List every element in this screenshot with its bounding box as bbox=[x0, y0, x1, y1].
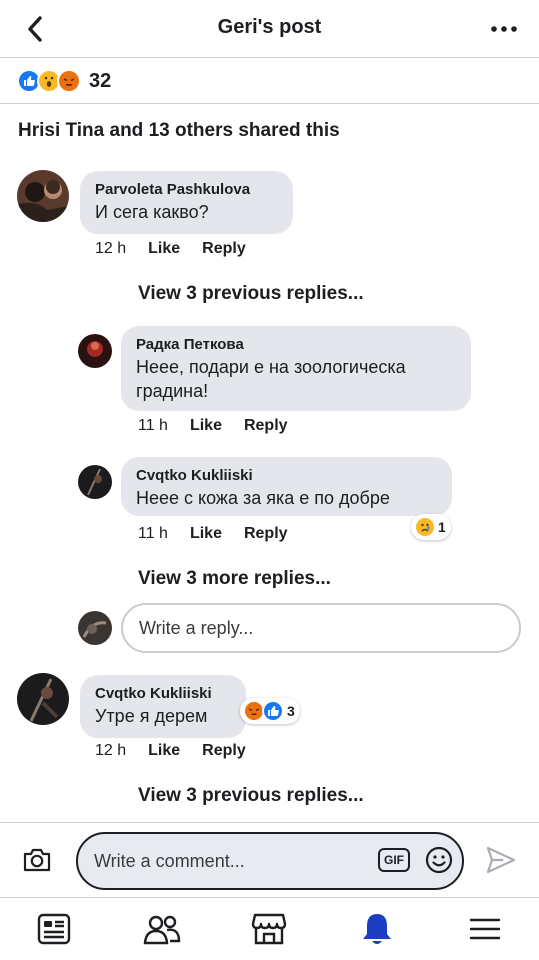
comment-meta: 12 h Like Reply bbox=[95, 240, 246, 258]
comment-author[interactable]: Cvqtko Kukliiski bbox=[136, 466, 437, 486]
comment-reactions[interactable]: 1 bbox=[411, 514, 451, 540]
tab-news-feed[interactable] bbox=[24, 904, 84, 954]
comment-meta: 11 h Like Reply bbox=[138, 417, 288, 435]
comment-bubble[interactable]: Cvqtko Kukliiski Утре я дерем bbox=[80, 675, 246, 738]
like-link[interactable]: Like bbox=[148, 742, 180, 760]
tab-menu[interactable] bbox=[455, 904, 515, 954]
like-link[interactable]: Like bbox=[190, 417, 222, 435]
divider bbox=[0, 103, 539, 104]
comment-meta: 12 h Like Reply bbox=[95, 742, 246, 760]
comment-text: И сега какво? bbox=[95, 202, 209, 222]
send-button[interactable] bbox=[485, 845, 517, 875]
avatar[interactable] bbox=[17, 673, 69, 725]
marketplace-icon bbox=[252, 913, 287, 945]
tab-friends[interactable] bbox=[132, 904, 192, 954]
view-more-replies-link[interactable]: View 3 more replies... bbox=[138, 568, 331, 590]
reply-link[interactable]: Reply bbox=[244, 525, 288, 543]
avatar[interactable] bbox=[78, 465, 112, 499]
menu-icon bbox=[469, 918, 501, 940]
comment-time[interactable]: 11 h bbox=[138, 525, 168, 543]
reply-link[interactable]: Reply bbox=[202, 742, 246, 760]
sad-reaction-icon bbox=[414, 516, 436, 538]
shares-summary[interactable]: Hrisi Tina and 13 others shared this bbox=[18, 120, 340, 142]
post-reactions-summary[interactable]: 32 bbox=[17, 66, 111, 96]
top-nav-bar: Geri's post bbox=[0, 0, 539, 58]
reply-link[interactable]: Reply bbox=[202, 240, 246, 258]
reaction-count: 3 bbox=[287, 703, 295, 719]
friends-icon bbox=[143, 915, 180, 945]
like-link[interactable]: Like bbox=[190, 525, 222, 543]
more-horizontal-icon bbox=[491, 26, 517, 32]
avatar[interactable] bbox=[17, 170, 69, 222]
camera-icon bbox=[23, 848, 51, 872]
comment-author[interactable]: Радка Петкова bbox=[136, 335, 456, 355]
gif-button[interactable]: GIF bbox=[378, 848, 410, 872]
news-feed-icon bbox=[37, 913, 71, 945]
comment-text: Нeee, подари е на зоологическа градина! bbox=[136, 357, 406, 401]
reply-input[interactable]: Write a reply... bbox=[121, 603, 521, 653]
like-reaction-icon bbox=[262, 700, 284, 722]
reply-link[interactable]: Reply bbox=[244, 417, 288, 435]
comment-text: Утре я дерем bbox=[95, 706, 208, 726]
send-icon bbox=[486, 846, 516, 874]
notifications-icon bbox=[363, 914, 392, 944]
reaction-count: 32 bbox=[89, 69, 112, 92]
tab-marketplace[interactable] bbox=[239, 904, 299, 954]
comment-text: Нeee с кожа за яка е по добре bbox=[136, 488, 390, 508]
comment-reactions[interactable]: 3 bbox=[240, 698, 300, 724]
tab-notifications[interactable] bbox=[347, 904, 407, 954]
like-link[interactable]: Like bbox=[148, 240, 180, 258]
camera-button[interactable] bbox=[22, 847, 52, 875]
page-title: Geri's post bbox=[217, 16, 322, 38]
comment-bubble[interactable]: Parvoleta Pashkulova И сега какво? bbox=[80, 171, 293, 234]
reply-placeholder: Write a reply... bbox=[139, 617, 254, 638]
smiley-icon bbox=[425, 846, 453, 874]
comment-author[interactable]: Parvoleta Pashkulova bbox=[95, 180, 278, 200]
view-previous-replies-link[interactable]: View 3 previous replies... bbox=[138, 283, 364, 305]
reply-bubble[interactable]: Cvqtko Kukliiski Нeee с кожа за яка е по… bbox=[121, 457, 452, 516]
reaction-count: 1 bbox=[438, 519, 446, 535]
bottom-tab-bar bbox=[0, 898, 539, 960]
comment-time[interactable]: 11 h bbox=[138, 417, 168, 435]
avatar[interactable] bbox=[78, 334, 112, 368]
comment-composer: Write a comment... bbox=[0, 822, 539, 898]
angry-reaction-icon bbox=[57, 69, 81, 93]
emoji-button[interactable] bbox=[425, 846, 453, 874]
comment-author[interactable]: Cvqtko Kukliiski bbox=[95, 684, 231, 704]
comment-time[interactable]: 12 h bbox=[95, 240, 126, 258]
comment-time[interactable]: 12 h bbox=[95, 742, 126, 760]
reply-bubble[interactable]: Радка Петкова Нeee, подари е на зоологич… bbox=[121, 326, 471, 411]
comment-meta: 11 h Like Reply bbox=[138, 525, 288, 543]
more-options-button[interactable] bbox=[489, 14, 519, 44]
current-user-avatar bbox=[78, 611, 112, 645]
comment-placeholder: Write a comment... bbox=[94, 850, 245, 871]
view-previous-replies-link[interactable]: View 3 previous replies... bbox=[138, 785, 364, 807]
